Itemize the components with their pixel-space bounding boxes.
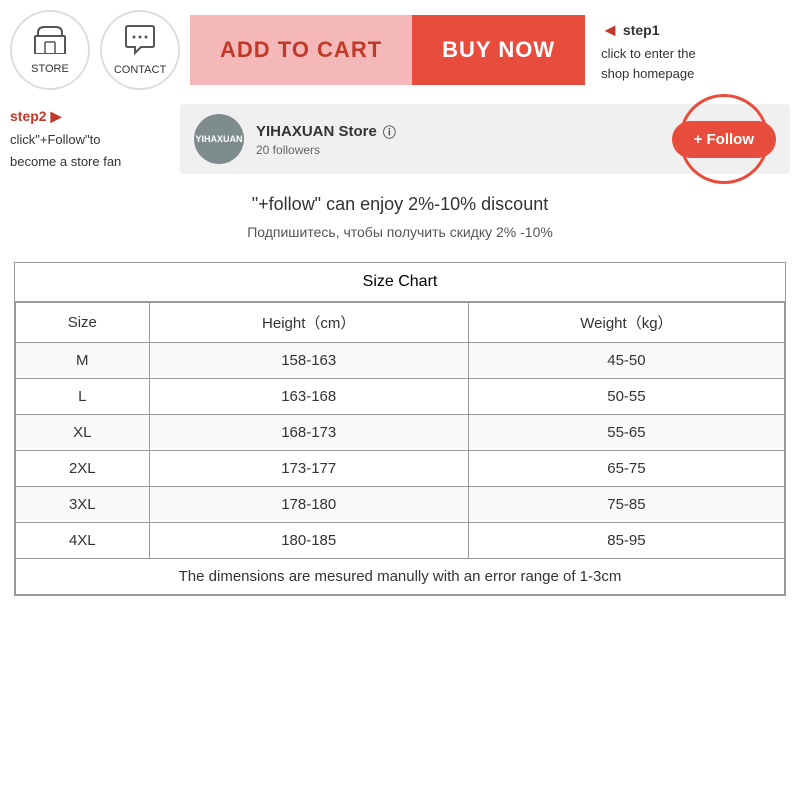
table-cell: 173-177 bbox=[149, 450, 468, 486]
table-cell: 158-163 bbox=[149, 342, 468, 378]
table-cell: L bbox=[16, 378, 150, 414]
table-row: L163-16850-55 bbox=[16, 378, 785, 414]
table-cell: XL bbox=[16, 414, 150, 450]
size-chart-title: Size Chart bbox=[15, 263, 785, 302]
col-weight: Weight（kg） bbox=[468, 302, 784, 342]
step2-label: step2 bbox=[10, 105, 47, 129]
step1-line1: click to enter the bbox=[601, 44, 696, 64]
store-logo-text: YIHAXUAN bbox=[195, 134, 242, 145]
table-cell: 178-180 bbox=[149, 486, 468, 522]
contact-label: CONTACT bbox=[114, 64, 166, 76]
size-table: Size Height（cm） Weight（kg） M158-16345-50… bbox=[15, 302, 785, 595]
step1-instructions: ◄ step1 click to enter the shop homepage bbox=[601, 17, 696, 83]
discount-main-text: "+follow" can enjoy 2%-10% discount bbox=[10, 188, 790, 220]
action-bar: STORE CONTACT ADD TO CART BUY NOW ◄ step… bbox=[10, 10, 790, 90]
table-cell: 168-173 bbox=[149, 414, 468, 450]
step2-instruction-line1: click"+Follow"to bbox=[10, 129, 160, 151]
store-follow-bar: YIHAXUAN YIHAXUAN Store ⓘ 20 followers +… bbox=[180, 104, 790, 174]
step2-arrow-icon: ▶ bbox=[51, 105, 62, 129]
table-cell: 85-95 bbox=[468, 522, 784, 558]
table-note-row: The dimensions are mesured manully with … bbox=[16, 558, 785, 594]
contact-button[interactable]: CONTACT bbox=[100, 10, 180, 90]
table-cell: 2XL bbox=[16, 450, 150, 486]
step1-label: step1 bbox=[623, 20, 660, 41]
table-cell: 55-65 bbox=[468, 414, 784, 450]
discount-section: "+follow" can enjoy 2%-10% discount Подп… bbox=[10, 188, 790, 246]
col-size: Size bbox=[16, 302, 150, 342]
size-chart: Size Chart Size Height（cm） Weight（kg） M1… bbox=[14, 262, 786, 596]
store-logo: YIHAXUAN bbox=[194, 114, 244, 164]
table-cell: 65-75 bbox=[468, 450, 784, 486]
step2-section: step2 ▶ click"+Follow"to become a store … bbox=[10, 104, 790, 174]
table-note: The dimensions are mesured manully with … bbox=[16, 558, 785, 594]
follow-button-wrapper: + Follow bbox=[672, 121, 776, 158]
table-cell: 163-168 bbox=[149, 378, 468, 414]
table-cell: 45-50 bbox=[468, 342, 784, 378]
table-cell: 3XL bbox=[16, 486, 150, 522]
buy-now-button[interactable]: BUY NOW bbox=[412, 15, 585, 85]
table-row: M158-16345-50 bbox=[16, 342, 785, 378]
follow-button[interactable]: + Follow bbox=[672, 121, 776, 158]
table-cell: 75-85 bbox=[468, 486, 784, 522]
step2-instruction-line2: become a store fan bbox=[10, 151, 160, 173]
store-followers: 20 followers bbox=[256, 143, 660, 157]
contact-icon bbox=[123, 25, 157, 62]
table-row: XL168-17355-65 bbox=[16, 414, 785, 450]
table-cell: M bbox=[16, 342, 150, 378]
discount-russian-text: Подпишитесь, чтобы получить скидку 2% -1… bbox=[10, 220, 790, 245]
table-cell: 4XL bbox=[16, 522, 150, 558]
store-icon bbox=[34, 26, 66, 61]
table-header-row: Size Height（cm） Weight（kg） bbox=[16, 302, 785, 342]
store-info-icon: ⓘ bbox=[383, 122, 396, 141]
col-height: Height（cm） bbox=[149, 302, 468, 342]
table-row: 3XL178-18075-85 bbox=[16, 486, 785, 522]
store-button[interactable]: STORE bbox=[10, 10, 90, 90]
step1-line2: shop homepage bbox=[601, 64, 696, 84]
add-to-cart-button[interactable]: ADD TO CART bbox=[190, 15, 412, 85]
table-cell: 180-185 bbox=[149, 522, 468, 558]
step2-text: step2 ▶ click"+Follow"to become a store … bbox=[10, 105, 160, 173]
table-row: 2XL173-17765-75 bbox=[16, 450, 785, 486]
table-row: 4XL180-18585-95 bbox=[16, 522, 785, 558]
store-info: YIHAXUAN Store ⓘ 20 followers bbox=[256, 122, 660, 157]
store-label: STORE bbox=[31, 63, 69, 75]
store-name: YIHAXUAN Store bbox=[256, 123, 377, 140]
table-cell: 50-55 bbox=[468, 378, 784, 414]
arrow-left-icon: ◄ bbox=[601, 17, 619, 44]
